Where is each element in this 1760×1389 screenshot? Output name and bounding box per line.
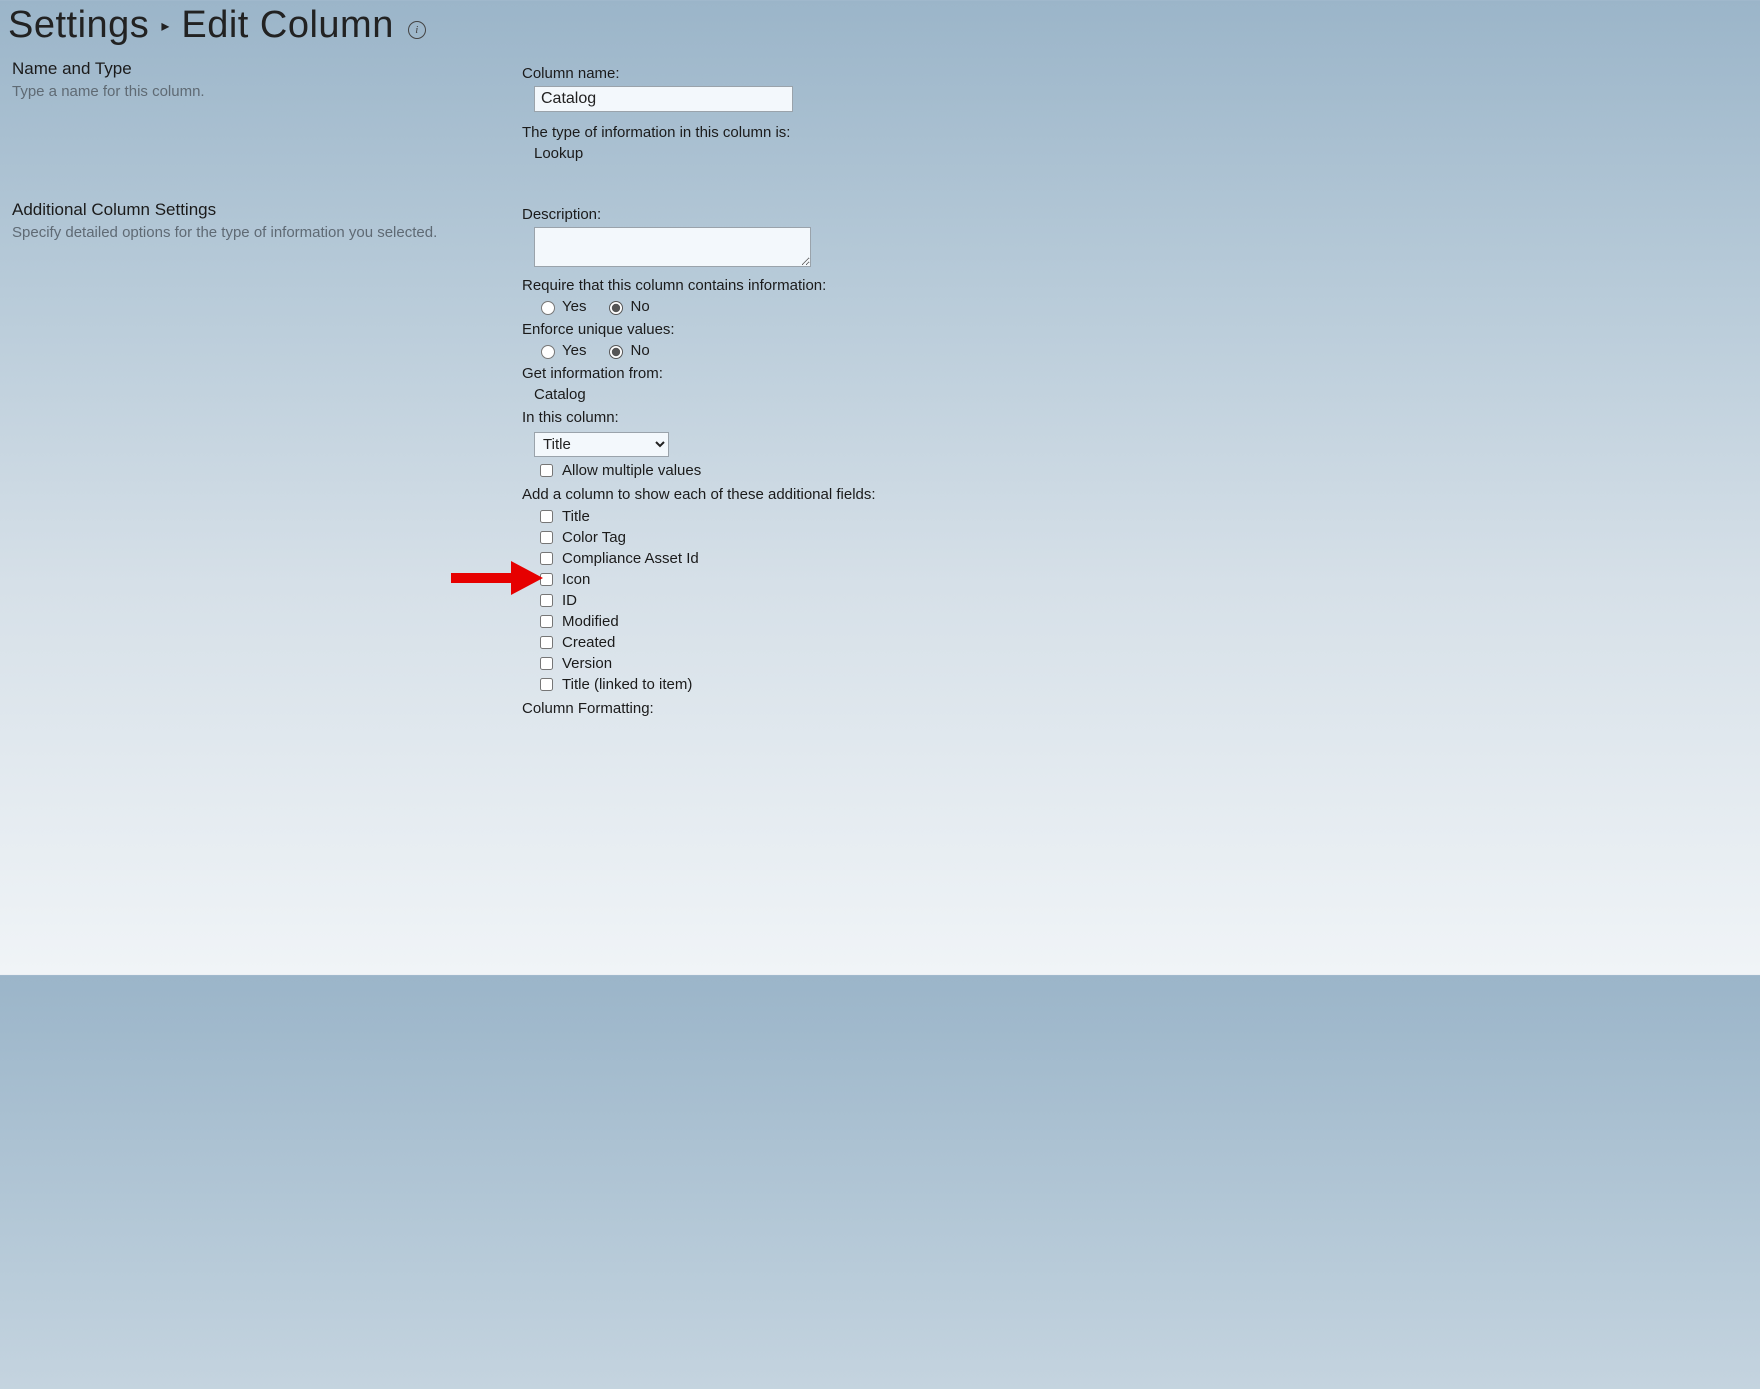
field-label: ID [562, 592, 577, 609]
field-checkbox[interactable] [540, 552, 553, 565]
allow-multiple-label: Allow multiple values [562, 462, 701, 479]
column-type-label: The type of information in this column i… [522, 124, 1752, 141]
section2-desc: Specify detailed options for the type of… [12, 224, 522, 241]
in-column-label: In this column: [522, 409, 1752, 426]
unique-yes-radio[interactable] [541, 345, 555, 359]
field-row: Compliance Asset Id [536, 549, 1752, 568]
info-icon[interactable]: i [408, 21, 426, 39]
field-label: Icon [562, 571, 590, 588]
breadcrumb: Settings ▸ Edit Column i [8, 0, 1752, 55]
in-column-select[interactable]: Title [534, 432, 669, 457]
section1-desc: Type a name for this column. [12, 83, 522, 100]
field-row: ID [536, 591, 1752, 610]
field-checkbox[interactable] [540, 531, 553, 544]
add-fields-label: Add a column to show each of these addit… [522, 486, 1752, 503]
field-label: Modified [562, 613, 619, 630]
require-label: Require that this column contains inform… [522, 277, 1752, 294]
field-checkbox[interactable] [540, 636, 553, 649]
breadcrumb-settings-link[interactable]: Settings [8, 4, 149, 47]
require-yes-label[interactable]: Yes [536, 298, 586, 315]
page-title: Edit Column [181, 4, 393, 47]
unique-no-label[interactable]: No [604, 342, 649, 359]
breadcrumb-sep-icon: ▸ [161, 16, 169, 36]
require-no-text: No [630, 298, 649, 315]
allow-multiple-checkbox[interactable] [540, 464, 553, 477]
column-formatting-label: Column Formatting: [522, 700, 1752, 717]
column-name-label: Column name: [522, 65, 1752, 82]
info-from-label: Get information from: [522, 365, 1752, 382]
unique-yes-label[interactable]: Yes [536, 342, 586, 359]
require-yes-radio[interactable] [541, 301, 555, 315]
description-label: Description: [522, 206, 1752, 223]
field-row: Version [536, 654, 1752, 673]
field-label: Title [562, 508, 590, 525]
field-checkbox[interactable] [540, 678, 553, 691]
field-row: Title [536, 507, 1752, 526]
field-row: Title (linked to item) [536, 675, 1752, 694]
unique-label: Enforce unique values: [522, 321, 1752, 338]
require-yes-text: Yes [562, 298, 586, 315]
field-checkbox[interactable] [540, 615, 553, 628]
field-checkbox[interactable] [540, 573, 553, 586]
description-input[interactable] [534, 227, 811, 267]
field-label: Created [562, 634, 615, 651]
field-row: Icon [536, 570, 1752, 589]
column-name-input[interactable] [534, 86, 793, 112]
unique-no-text: No [630, 342, 649, 359]
field-row: Modified [536, 612, 1752, 631]
field-label: Version [562, 655, 612, 672]
unique-no-radio[interactable] [609, 345, 623, 359]
field-checkbox[interactable] [540, 657, 553, 670]
unique-yes-text: Yes [562, 342, 586, 359]
field-row: Created [536, 633, 1752, 652]
column-type-value: Lookup [534, 145, 1752, 162]
section2-heading: Additional Column Settings [12, 200, 522, 220]
field-label: Color Tag [562, 529, 626, 546]
additional-fields-list: Title Color Tag Compliance Asset Id Icon ID M… [536, 507, 1752, 694]
field-label: Title (linked to item) [562, 676, 692, 693]
require-no-radio[interactable] [609, 301, 623, 315]
field-checkbox[interactable] [540, 594, 553, 607]
section1-heading: Name and Type [12, 59, 522, 79]
info-from-value: Catalog [534, 386, 1752, 403]
field-checkbox[interactable] [540, 510, 553, 523]
field-row: Color Tag [536, 528, 1752, 547]
require-no-label[interactable]: No [604, 298, 649, 315]
section-name-type: Name and Type Type a name for this colum… [8, 55, 1752, 170]
section-additional-settings: Additional Column Settings Specify detai… [8, 196, 1752, 729]
field-label: Compliance Asset Id [562, 550, 699, 567]
